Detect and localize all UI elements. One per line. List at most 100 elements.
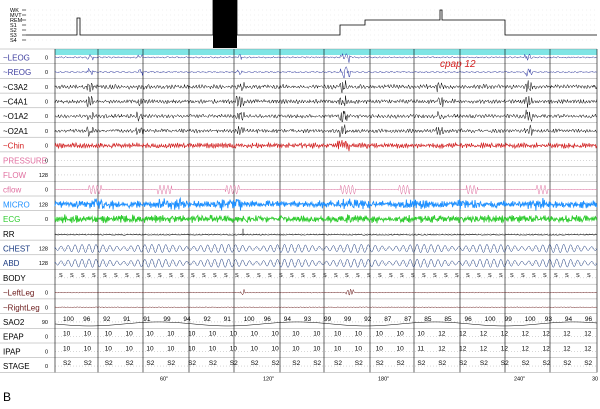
- stage-value: S2: [480, 360, 488, 367]
- epap-value: 12: [563, 331, 571, 338]
- ipap-value: 10: [334, 345, 342, 352]
- ipap-value: 10: [105, 345, 113, 352]
- ipap-value: 12: [480, 345, 488, 352]
- sao2-value: 100: [63, 316, 74, 323]
- channel-label-sao2: SAO2: [3, 318, 25, 327]
- stage-value: S2: [584, 360, 592, 367]
- ipap-value: 10: [397, 345, 405, 352]
- channel-label-cflow: cflow: [3, 186, 21, 195]
- channel-label-ecg: ECG: [3, 215, 20, 224]
- body-position-marker: S: [59, 273, 63, 279]
- channel-scale-o2a1: 0: [45, 129, 48, 135]
- sao2-value: 94: [183, 316, 191, 323]
- channel-scale-c3a2: 0: [45, 85, 48, 91]
- ipap-value: 12: [543, 345, 551, 352]
- waveform-reog: [54, 66, 597, 79]
- sao2-value: 99: [505, 316, 513, 323]
- time-tick-label: 240": [514, 376, 525, 382]
- channel-label-c3a2: ~C3A2: [3, 83, 28, 92]
- ipap-value: 10: [292, 345, 300, 352]
- sao2-value: 85: [444, 316, 452, 323]
- channel-scale-epap: 0: [45, 335, 48, 341]
- body-position-marker: S: [422, 273, 426, 279]
- channel-panel: ~LEOG 0 ~REOG 0 ~C3A2 0 ~C4A1 0 ~O1A2 0 ~O2A1 0 ~Chi…: [0, 48, 598, 373]
- body-position-marker: S: [246, 273, 250, 279]
- body-position-marker: S: [587, 273, 591, 279]
- epap-value: 10: [63, 331, 71, 338]
- channel-label-pressure: PRESSURE: [3, 156, 47, 165]
- body-position-marker: S: [433, 273, 437, 279]
- ipap-value: 12: [459, 345, 467, 352]
- stage-value: S2: [543, 360, 551, 367]
- epap-value: 12: [543, 331, 551, 338]
- ipap-value: 12: [522, 345, 530, 352]
- body-position-marker: S: [180, 273, 184, 279]
- channel-label-o1a2: ~O1A2: [3, 112, 29, 121]
- channel-label-micro: MICRO: [3, 200, 30, 209]
- body-position-marker: S: [543, 273, 547, 279]
- stage-value: S2: [167, 360, 175, 367]
- stage-value: S2: [334, 360, 342, 367]
- ipap-value: 10: [209, 345, 217, 352]
- body-position-marker: S: [356, 273, 360, 279]
- epap-value: 10: [376, 331, 384, 338]
- channel-scale-stage: 0: [45, 364, 48, 370]
- stage-value: S2: [522, 360, 530, 367]
- ipap-value: 10: [63, 345, 71, 352]
- ipap-value: 12: [584, 345, 592, 352]
- channel-scale-pressure: 0: [45, 158, 48, 164]
- body-position-marker: S: [345, 273, 349, 279]
- epap-value: 12: [438, 331, 446, 338]
- ipap-value: 12: [563, 345, 571, 352]
- stage-value: S2: [355, 360, 363, 367]
- figure-label: B: [3, 390, 11, 404]
- body-position-marker: S: [477, 273, 481, 279]
- stage-value: S2: [105, 360, 113, 367]
- channel-label-reog: ~REOG: [3, 68, 31, 77]
- epap-value: 10: [167, 331, 175, 338]
- channel-scale-flow: 128: [39, 173, 48, 179]
- stage-value: S2: [563, 360, 571, 367]
- body-position-marker: S: [576, 273, 580, 279]
- epap-value: 10: [397, 331, 405, 338]
- ipap-value: 10: [376, 345, 384, 352]
- hypnogram-background: [0, 0, 600, 48]
- body-position-marker: S: [213, 273, 217, 279]
- header-band: [55, 49, 597, 55]
- ipap-value: 10: [126, 345, 134, 352]
- body-position-marker: S: [224, 273, 228, 279]
- body-position-marker: S: [499, 273, 503, 279]
- hypnogram-current-epoch-marker: [213, 0, 237, 48]
- epap-value: 10: [230, 331, 238, 338]
- sao2-value: 87: [404, 316, 412, 323]
- channel-label-o2a1: ~O2A1: [3, 127, 29, 136]
- channel-label-rightleg: ~RightLeg: [3, 303, 40, 312]
- sao2-value: 100: [244, 316, 255, 323]
- stage-value: S2: [397, 360, 405, 367]
- channel-label-body: BODY: [3, 274, 26, 283]
- sao2-value: 92: [364, 316, 372, 323]
- sao2-value: 87: [384, 316, 392, 323]
- hypnogram-stage-label: S4: [10, 38, 17, 44]
- stage-value: S2: [188, 360, 196, 367]
- time-tick-label: 180": [378, 376, 389, 382]
- body-position-marker: S: [70, 273, 74, 279]
- sao2-value: 96: [83, 316, 91, 323]
- epap-value: 12: [584, 331, 592, 338]
- epap-value: 10: [188, 331, 196, 338]
- body-position-marker: S: [444, 273, 448, 279]
- stage-value: S2: [63, 360, 71, 367]
- channel-label-flow: FLOW: [3, 171, 27, 180]
- sao2-value: 100: [485, 316, 496, 323]
- channel-scale-reog: 0: [45, 70, 48, 76]
- body-position-marker: S: [565, 273, 569, 279]
- event-annotation: cpap 12: [440, 59, 476, 70]
- body-position-marker: S: [136, 273, 140, 279]
- channel-scale-abd: 128: [39, 261, 48, 267]
- sao2-value: 93: [545, 316, 553, 323]
- epap-value: 10: [355, 331, 363, 338]
- channel-scale-leftleg: 0: [45, 291, 48, 297]
- channel-scale-sao2: 90: [42, 320, 48, 326]
- body-position-marker: S: [301, 273, 305, 279]
- body-position-marker: S: [389, 273, 393, 279]
